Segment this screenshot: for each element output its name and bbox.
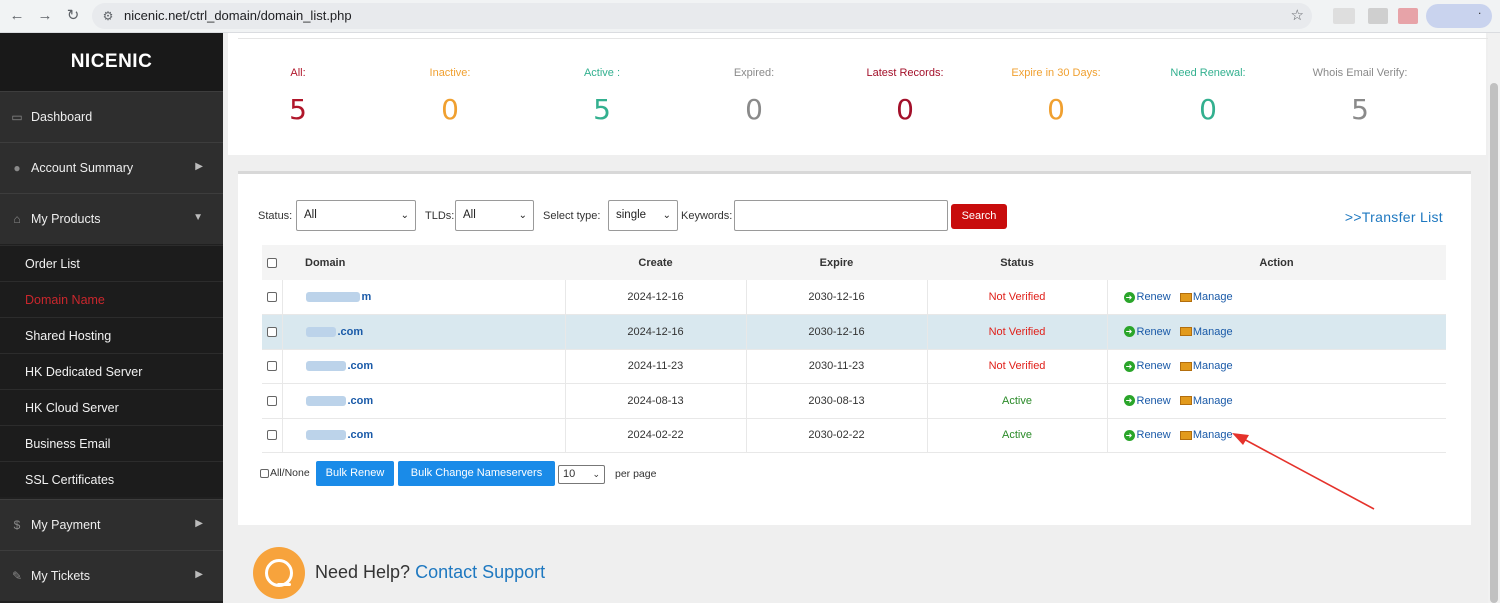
arrow-line — [1239, 436, 1375, 510]
page-scrollbar[interactable] — [1488, 33, 1500, 603]
annotation-arrow — [1232, 433, 1375, 510]
arrow-head — [1232, 433, 1249, 445]
scrollbar-thumb[interactable] — [1490, 83, 1498, 603]
